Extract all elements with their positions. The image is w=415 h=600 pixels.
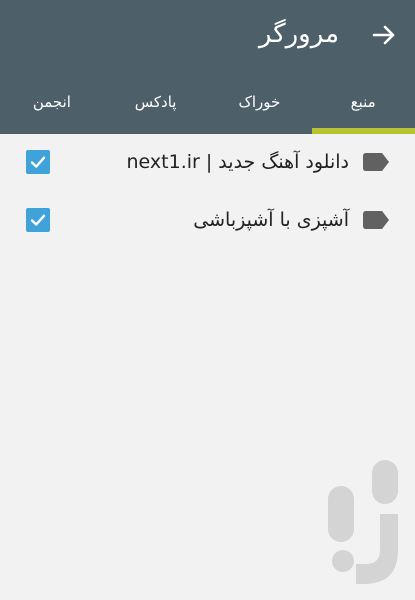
checkmark-icon xyxy=(30,156,46,168)
source-checkbox[interactable] xyxy=(26,208,50,232)
tab-label: خوراک xyxy=(238,93,281,111)
list-item[interactable]: آشپزی با آشپزباشی xyxy=(0,192,415,248)
tab-feed[interactable]: خوراک xyxy=(208,70,312,134)
tab-source[interactable]: منبع xyxy=(311,70,415,134)
back-button[interactable] xyxy=(367,18,401,52)
page-title: مرورگر xyxy=(258,19,339,49)
tab-forum[interactable]: انجمن xyxy=(0,70,104,134)
tab-podcast[interactable]: پادکس xyxy=(104,70,208,134)
source-label: دانلود آهنگ جدید | next1.ir xyxy=(126,151,349,173)
tab-label: منبع xyxy=(350,93,376,111)
source-label: آشپزی با آشپزباشی xyxy=(193,209,349,231)
checkmark-icon xyxy=(30,214,46,226)
arrow-right-icon xyxy=(372,25,395,45)
tab-label: پادکس xyxy=(134,93,177,111)
tab-label: انجمن xyxy=(32,93,71,111)
tag-icon xyxy=(363,211,389,229)
toolbar: مرورگر xyxy=(0,0,415,70)
tab-bar: منبع خوراک پادکس انجمن xyxy=(0,70,415,134)
tag-icon xyxy=(363,153,389,171)
source-checkbox[interactable] xyxy=(26,150,50,174)
list-item[interactable]: دانلود آهنگ جدید | next1.ir xyxy=(0,134,415,190)
app-bar: مرورگر منبع خوراک پادکس انجمن xyxy=(0,0,415,134)
bazaar-logo-icon xyxy=(328,460,398,584)
